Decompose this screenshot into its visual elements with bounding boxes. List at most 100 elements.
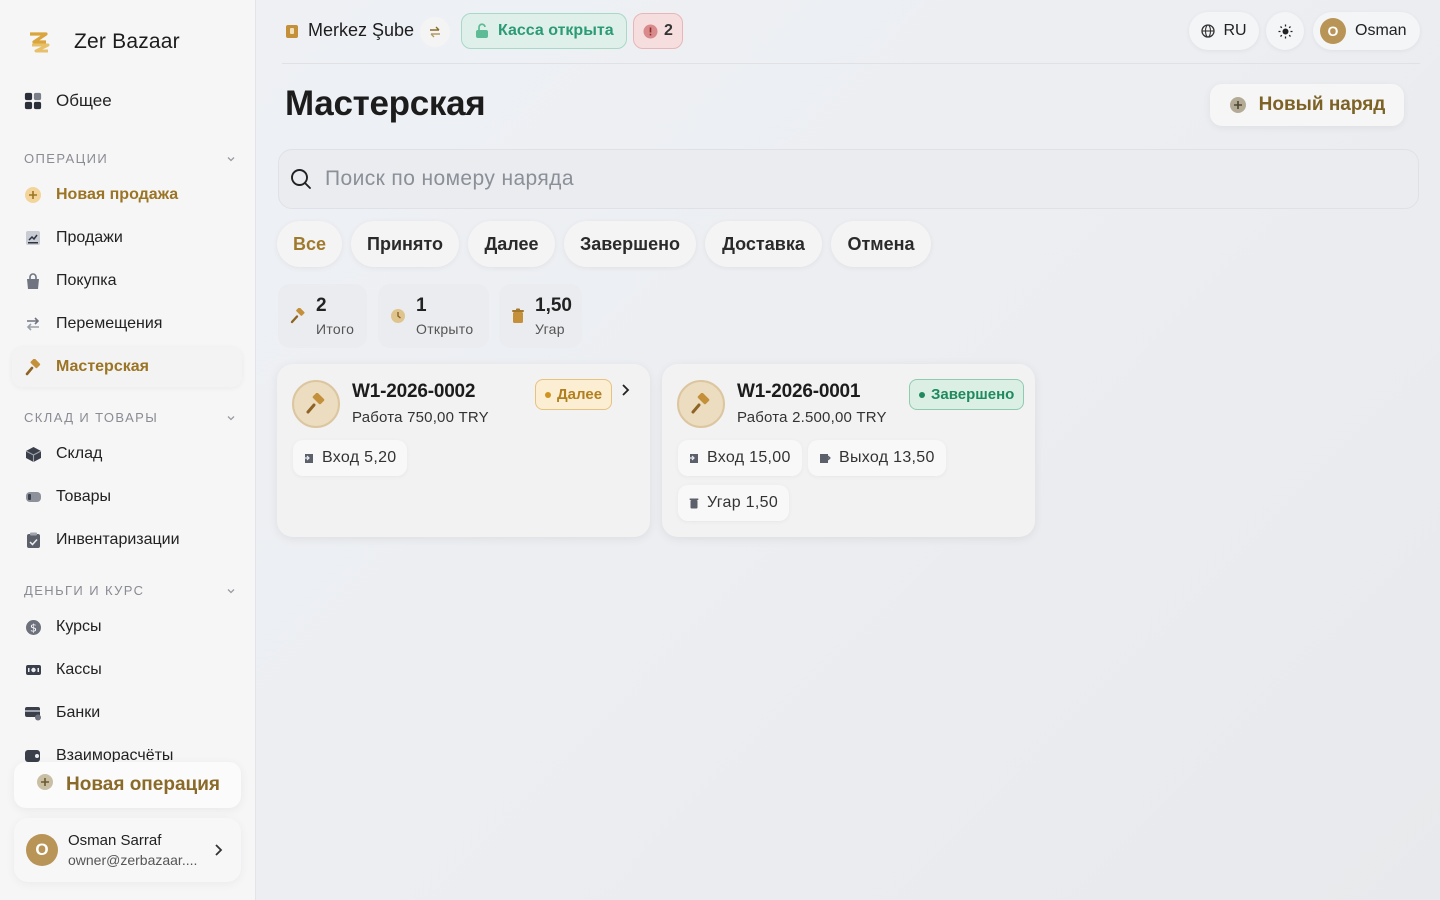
stat-value: 1,50 [535, 295, 572, 316]
bank-card-icon [24, 704, 42, 722]
sidebar-item-sales[interactable]: Продажи [12, 218, 242, 258]
sidebar-item-warehouse[interactable]: Склад [12, 434, 242, 474]
filter-next[interactable]: Далее [468, 221, 555, 267]
section-money-toggle[interactable]: ДЕНЬГИ И КУРС [24, 583, 236, 598]
status-dot [545, 391, 551, 398]
user-menu[interactable]: O Osman [1313, 12, 1420, 50]
stat-waste: 1,50 Угар [499, 284, 582, 348]
chip-label: Вход 5,20 [322, 449, 397, 466]
plus-circle-icon [1229, 97, 1246, 113]
brand-logo-icon [30, 32, 50, 53]
order-id: W1-2026-0002 [352, 381, 476, 402]
output-icon [820, 454, 831, 463]
sidebar-item-products[interactable]: Товары [12, 477, 242, 517]
sidebar-item-label: Новая продажа [56, 186, 179, 203]
kassa-status-label: Касса открыта [498, 22, 614, 39]
unlock-icon [476, 23, 488, 38]
search-input[interactable] [325, 167, 1325, 191]
branch-name: Merkez Şube [308, 20, 415, 40]
input-icon [689, 454, 698, 463]
sidebar-item-rates[interactable]: $ Курсы [12, 607, 242, 647]
chip-label: Угар 1,50 [707, 494, 779, 511]
filter-accepted[interactable]: Принято [351, 221, 459, 267]
hammer-icon [292, 380, 340, 428]
filter-all[interactable]: Все [277, 221, 342, 267]
input-icon [304, 454, 313, 463]
switch-branch-button[interactable] [420, 17, 450, 47]
stat-value: 2 [316, 295, 327, 316]
language-selector[interactable]: RU [1189, 12, 1259, 50]
avatar: O [1320, 18, 1346, 44]
stat-label: Открыто [416, 321, 474, 337]
shopping-bag-icon [24, 272, 42, 290]
svg-text:$: $ [30, 621, 37, 634]
filter-delivery[interactable]: Доставка [705, 221, 822, 267]
status-label: Далее [557, 386, 603, 403]
metal-in-chip: Вход 5,20 [293, 440, 408, 476]
new-order-label: Новый наряд [1258, 94, 1386, 115]
order-work-amount: Работа 750,00 TRY [352, 409, 489, 426]
order-card[interactable]: W1-2026-0002 Работа 750,00 TRY Далее Вхо… [277, 364, 650, 537]
sidebar-item-general[interactable]: Общее [12, 81, 242, 121]
section-operations-toggle[interactable]: ОПЕРАЦИИ [24, 151, 236, 166]
sidebar-item-inventory[interactable]: Инвентаризации [12, 520, 242, 560]
brand[interactable]: Zer Bazaar [28, 30, 180, 54]
new-order-button[interactable]: Новый наряд [1210, 84, 1404, 126]
status-dot [919, 391, 925, 398]
sidebar-item-label: Продажи [56, 229, 123, 246]
sidebar-item-label: Перемещения [56, 315, 163, 332]
stat-value: 1 [416, 295, 427, 316]
alerts-count: 2 [664, 22, 673, 39]
sidebar-item-label: Инвентаризации [56, 531, 180, 548]
sidebar-item-label: Курсы [56, 618, 102, 635]
order-work-amount: Работа 2.500,00 TRY [737, 409, 887, 426]
tag-icon [24, 488, 42, 506]
sidebar-item-cashboxes[interactable]: Кассы [12, 650, 242, 690]
stat-open: 1 Открыто [378, 284, 489, 348]
filter-completed[interactable]: Завершено [564, 221, 696, 267]
sidebar-item-label: Общее [56, 91, 112, 110]
status-label: Завершено [931, 386, 1015, 403]
hammer-icon [677, 380, 725, 428]
hammer-icon [290, 308, 305, 324]
section-label: СКЛАД И ТОВАРЫ [24, 410, 159, 425]
order-id: W1-2026-0001 [737, 381, 861, 402]
section-warehouse-toggle[interactable]: СКЛАД И ТОВАРЫ [24, 410, 236, 425]
topbar-divider [282, 63, 1420, 64]
trash-icon [512, 308, 524, 323]
trash-icon [689, 498, 699, 509]
alerts-button[interactable]: 2 [633, 13, 683, 49]
avatar: O [26, 834, 58, 866]
alert-icon [643, 24, 658, 38]
globe-icon [1201, 24, 1216, 38]
branch-selector[interactable]: Merkez Şube [284, 20, 414, 41]
sidebar-item-workshop[interactable]: Мастерская [12, 347, 242, 387]
cash-register-icon [24, 661, 42, 679]
chip-label: Выход 13,50 [839, 449, 935, 466]
receipt-icon [24, 229, 42, 247]
user-profile-card[interactable]: O Osman Sarraf owner@zerbazaar.... [14, 818, 241, 882]
chevron-right-icon[interactable] [620, 382, 630, 398]
metal-out-chip: Выход 13,50 [808, 440, 946, 476]
clipboard-icon [24, 531, 42, 549]
sidebar-item-banks[interactable]: Банки [12, 693, 242, 733]
sidebar-item-purchase[interactable]: Покупка [12, 261, 242, 301]
new-operation-button[interactable]: Новая операция [14, 762, 241, 808]
theme-toggle[interactable] [1266, 12, 1304, 50]
section-label: ОПЕРАЦИИ [24, 151, 109, 166]
search-bar [278, 149, 1419, 209]
dollar-coin-icon: $ [24, 618, 42, 636]
kassa-status-badge[interactable]: Касса открыта [461, 13, 627, 49]
chip-label: Вход 15,00 [707, 449, 791, 466]
filter-cancelled[interactable]: Отмена [831, 221, 931, 267]
order-card[interactable]: W1-2026-0001 Работа 2.500,00 TRY Заверше… [662, 364, 1035, 537]
section-label: ДЕНЬГИ И КУРС [24, 583, 145, 598]
user-email: owner@zerbazaar.... [68, 852, 198, 868]
sidebar-item-transfers[interactable]: Перемещения [12, 304, 242, 344]
page-title: Мастерская [285, 84, 486, 123]
plus-circle-icon [36, 773, 54, 797]
sidebar-item-label: Мастерская [56, 358, 149, 375]
status-badge: Далее [535, 379, 613, 410]
sidebar-item-new-sale[interactable]: Новая продажа [12, 175, 242, 215]
sidebar: Zer Bazaar Общее ОПЕРАЦИИ Новая продажа … [0, 0, 256, 900]
